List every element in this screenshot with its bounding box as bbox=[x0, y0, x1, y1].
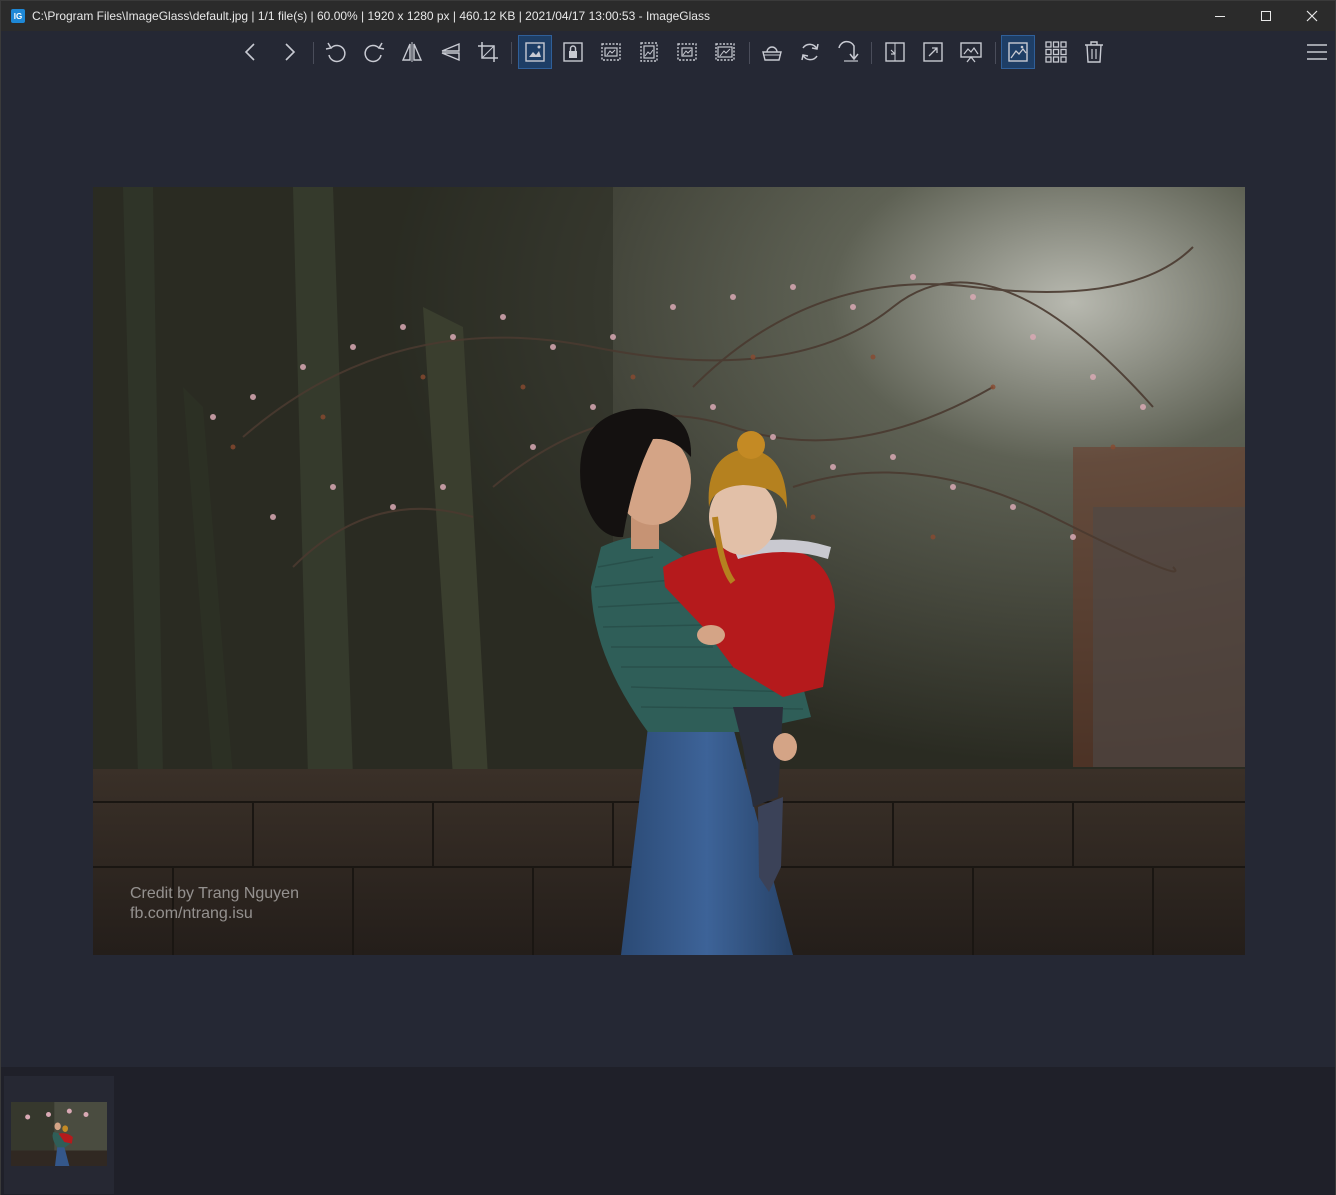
scale-to-height-button[interactable] bbox=[632, 35, 666, 69]
thumbnails-button[interactable] bbox=[1039, 35, 1073, 69]
refresh-icon bbox=[801, 43, 819, 61]
slideshow-button[interactable] bbox=[954, 35, 988, 69]
app-icon-label: IG bbox=[13, 11, 23, 21]
hamburger-menu-icon bbox=[1307, 44, 1327, 60]
scale-height-icon bbox=[640, 42, 658, 62]
image-view-icon bbox=[1008, 42, 1028, 62]
next-image-button[interactable] bbox=[272, 35, 306, 69]
window-title: C:\Program Files\ImageGlass\default.jpg … bbox=[32, 9, 710, 23]
refresh-button[interactable] bbox=[793, 35, 827, 69]
minimize-button[interactable] bbox=[1197, 1, 1243, 31]
scale-width-icon bbox=[601, 43, 621, 61]
thumbnail-photo bbox=[11, 1102, 107, 1166]
rotate-right-button[interactable] bbox=[357, 35, 391, 69]
rotate-left-icon bbox=[325, 42, 346, 63]
photo-mother-and-child bbox=[93, 187, 1245, 955]
thumbnail-image[interactable] bbox=[11, 1102, 107, 1166]
crop-button[interactable] bbox=[471, 35, 505, 69]
goto-icon bbox=[838, 40, 859, 62]
trash-icon bbox=[1085, 41, 1103, 63]
slideshow-icon bbox=[960, 42, 982, 63]
toolbar-separator bbox=[995, 42, 996, 64]
window-fit-icon bbox=[885, 42, 905, 62]
scale-fill-icon bbox=[715, 43, 735, 61]
toolbar-separator bbox=[749, 42, 750, 64]
close-icon bbox=[1306, 10, 1318, 22]
lock-zoom-icon bbox=[563, 42, 583, 62]
minimize-icon bbox=[1215, 16, 1225, 17]
open-with-button[interactable] bbox=[755, 35, 789, 69]
toolbar-separator bbox=[511, 42, 512, 64]
rotate-left-button[interactable] bbox=[319, 35, 353, 69]
fullscreen-icon bbox=[923, 42, 943, 62]
delete-button[interactable] bbox=[1077, 35, 1111, 69]
toolbar-separator bbox=[313, 42, 314, 64]
flip-vertical-button[interactable] bbox=[433, 35, 467, 69]
image-viewer[interactable]: Credit by Trang Nguyen fb.com/ntrang.isu bbox=[1, 75, 1335, 1067]
flip-horizontal-button[interactable] bbox=[395, 35, 429, 69]
photo-credit-watermark: Credit by Trang Nguyen fb.com/ntrang.isu bbox=[130, 884, 299, 924]
credit-line-2: fb.com/ntrang.isu bbox=[130, 905, 253, 922]
thumbnail-bar bbox=[1, 1067, 1335, 1195]
maximize-icon bbox=[1261, 11, 1271, 21]
toolbar-separator bbox=[871, 42, 872, 64]
go-to-button[interactable] bbox=[831, 35, 865, 69]
toolbar bbox=[1, 31, 1335, 75]
basket-icon bbox=[762, 46, 782, 61]
crop-icon bbox=[478, 42, 498, 62]
lock-zoom-button[interactable] bbox=[556, 35, 590, 69]
imageglass-window: IG C:\Program Files\ImageGlass\default.j… bbox=[0, 0, 1336, 1195]
rotate-right-icon bbox=[364, 42, 385, 63]
chevron-right-icon bbox=[285, 43, 296, 61]
close-button[interactable] bbox=[1289, 1, 1335, 31]
window-controls bbox=[1197, 1, 1335, 31]
scale-to-fit-button[interactable] bbox=[670, 35, 704, 69]
auto-zoom-icon bbox=[525, 42, 545, 62]
fullscreen-button[interactable] bbox=[916, 35, 950, 69]
imageglass-app-icon[interactable]: IG bbox=[11, 9, 25, 23]
title-bar[interactable]: IG C:\Program Files\ImageGlass\default.j… bbox=[1, 1, 1335, 31]
thumbnail-item-selected[interactable] bbox=[4, 1076, 114, 1194]
scale-to-fill-button[interactable] bbox=[708, 35, 742, 69]
flip-horizontal-icon bbox=[401, 42, 423, 62]
credit-line-1: Credit by Trang Nguyen bbox=[130, 885, 299, 902]
main-menu-button[interactable] bbox=[1300, 35, 1334, 69]
displayed-photo[interactable]: Credit by Trang Nguyen fb.com/ntrang.isu bbox=[93, 187, 1245, 955]
grid-icon bbox=[1045, 41, 1067, 63]
toggle-viewer-button[interactable] bbox=[1001, 35, 1035, 69]
flip-vertical-icon bbox=[441, 42, 460, 62]
previous-image-button[interactable] bbox=[234, 35, 268, 69]
chevron-left-icon bbox=[244, 43, 255, 61]
maximize-button[interactable] bbox=[1243, 1, 1289, 31]
scale-fit-icon bbox=[677, 43, 697, 61]
window-fit-button[interactable] bbox=[878, 35, 912, 69]
scale-to-width-button[interactable] bbox=[594, 35, 628, 69]
auto-zoom-button[interactable] bbox=[518, 35, 552, 69]
